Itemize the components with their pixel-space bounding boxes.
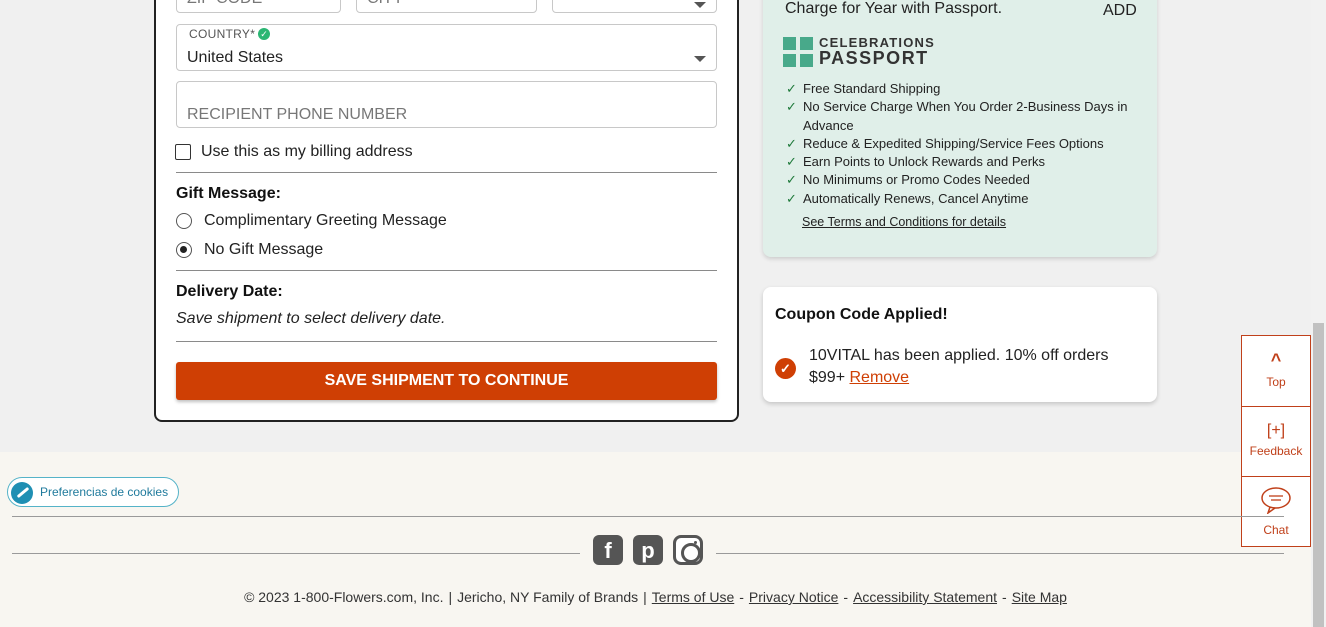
benefit-item: ✓ Earn Points to Unlock Rewards and Perks (786, 153, 1136, 171)
pinterest-icon[interactable]: p (633, 535, 663, 565)
divider (176, 270, 717, 271)
checkmark-icon: ✓ (786, 154, 797, 170)
coupon-message: 10VITAL has been applied. 10% off orders… (809, 345, 1139, 389)
verified-check-icon: ✓ (258, 28, 271, 40)
country-label: COUNTRY* ✓ (189, 27, 271, 41)
billing-address-label: Use this as my billing address (201, 143, 413, 160)
passport-benefits-list: ✓ Free Standard Shipping ✓ No Service Char… (786, 80, 1136, 208)
checkmark-icon: ✓ (786, 135, 797, 151)
radio-button[interactable] (176, 213, 192, 229)
accessibility-statement-link[interactable]: Accessibility Statement (853, 589, 997, 605)
terms-of-use-link[interactable]: Terms of Use (652, 589, 734, 605)
radio-button-selected[interactable] (176, 242, 192, 258)
gift-box-icon (783, 36, 813, 67)
checkmark-icon: ✓ (786, 99, 797, 115)
logo-text: CELEBRATIONS PASSPORT (819, 36, 935, 67)
feedback-label: Feedback (1249, 444, 1303, 458)
checkmark-icon: ✓ (786, 81, 797, 96)
country-value: United States (187, 49, 284, 66)
footer-divider (12, 516, 1284, 517)
benefit-item: ✓ Free Standard Shipping (786, 80, 1136, 98)
checkmark-icon: ✓ (786, 190, 797, 206)
instagram-icon[interactable] (673, 535, 703, 565)
logo-bottom-text: PASSPORT (819, 48, 929, 68)
celebrations-passport-logo: CELEBRATIONS PASSPORT (783, 36, 935, 67)
coupon-remove-link[interactable]: Remove (850, 369, 910, 386)
gift-option-none[interactable]: No Gift Message (176, 241, 323, 259)
chevron-down-icon (694, 56, 706, 62)
facebook-icon[interactable]: f (593, 535, 623, 565)
scrollbar-thumb[interactable] (1313, 323, 1324, 627)
gift-option-complimentary[interactable]: Complimentary Greeting Message (176, 212, 447, 230)
recipient-phone-placeholder: RECIPIENT PHONE NUMBER (187, 106, 408, 123)
chat-label: Chat (1263, 523, 1289, 537)
delivery-date-note: Save shipment to select delivery date. (176, 310, 446, 327)
save-shipment-button[interactable]: SAVE SHIPMENT TO CONTINUE (176, 362, 717, 400)
coupon-title: Coupon Code Applied! (775, 306, 948, 323)
delivery-date-title: Delivery Date: (176, 283, 283, 300)
passport-charge-text: Charge for Year with Passport. (785, 0, 1003, 17)
benefit-item: ✓ Reduce & Expedited Shipping/Service Fee… (786, 135, 1136, 153)
divider (176, 341, 717, 342)
passport-terms-link[interactable]: See Terms and Conditions for details (802, 215, 1006, 229)
privacy-notice-link[interactable]: Privacy Notice (749, 589, 838, 605)
state-select[interactable] (552, 0, 717, 13)
copyright-line: © 2023 1-800-Flowers.com, Inc. | Jericho, … (244, 589, 1067, 605)
checkmark-icon: ✓ (786, 172, 797, 188)
chat-button[interactable]: Chat (1242, 486, 1310, 537)
passport-add-button[interactable]: ADD (1103, 2, 1137, 20)
billing-address-checkbox[interactable] (175, 144, 191, 160)
divider (176, 172, 717, 173)
country-select[interactable]: COUNTRY* ✓ United States (176, 24, 717, 71)
check-circle-icon: ✓ (775, 358, 796, 379)
benefit-item: ✓ Automatically Renews, Cancel Anytime (786, 190, 1136, 208)
gift-option-label: No Gift Message (204, 241, 324, 258)
benefit-item: ✓ No Service Charge When You Order 2-Busi… (786, 99, 1128, 133)
gift-message-title: Gift Message: (176, 185, 281, 202)
gift-option-label: Complimentary Greeting Message (204, 212, 447, 229)
cookie-logo-icon (11, 482, 33, 504)
site-map-link[interactable]: Site Map (1012, 589, 1067, 605)
city-placeholder: CITY (367, 0, 403, 8)
footer-divider (12, 553, 580, 554)
billing-address-option[interactable]: Use this as my billing address (175, 143, 413, 161)
family-of-brands-text: Jericho, NY Family of Brands (457, 589, 639, 605)
back-to-top-button[interactable]: ^ Top (1242, 350, 1310, 389)
city-field[interactable]: CITY (356, 0, 537, 13)
feedback-button[interactable]: [+] Feedback (1242, 422, 1310, 458)
footer-divider (716, 553, 1284, 554)
copyright-text: © 2023 1-800-Flowers.com, Inc. (244, 589, 444, 605)
top-label: Top (1266, 375, 1286, 389)
recipient-phone-field[interactable]: RECIPIENT PHONE NUMBER (176, 81, 717, 128)
chat-bubble-icon (1242, 486, 1310, 519)
feedback-icon: [+] (1266, 422, 1286, 439)
zip-code-placeholder: ZIP CODE (187, 0, 262, 8)
zip-code-field[interactable]: ZIP CODE (176, 0, 341, 13)
divider (1242, 406, 1310, 407)
benefit-item: ✓ No Minimums or Promo Codes Needed (786, 171, 1136, 189)
chevron-down-icon (694, 2, 706, 8)
chevron-up-icon: ^ (1270, 350, 1282, 370)
divider (1242, 476, 1310, 477)
